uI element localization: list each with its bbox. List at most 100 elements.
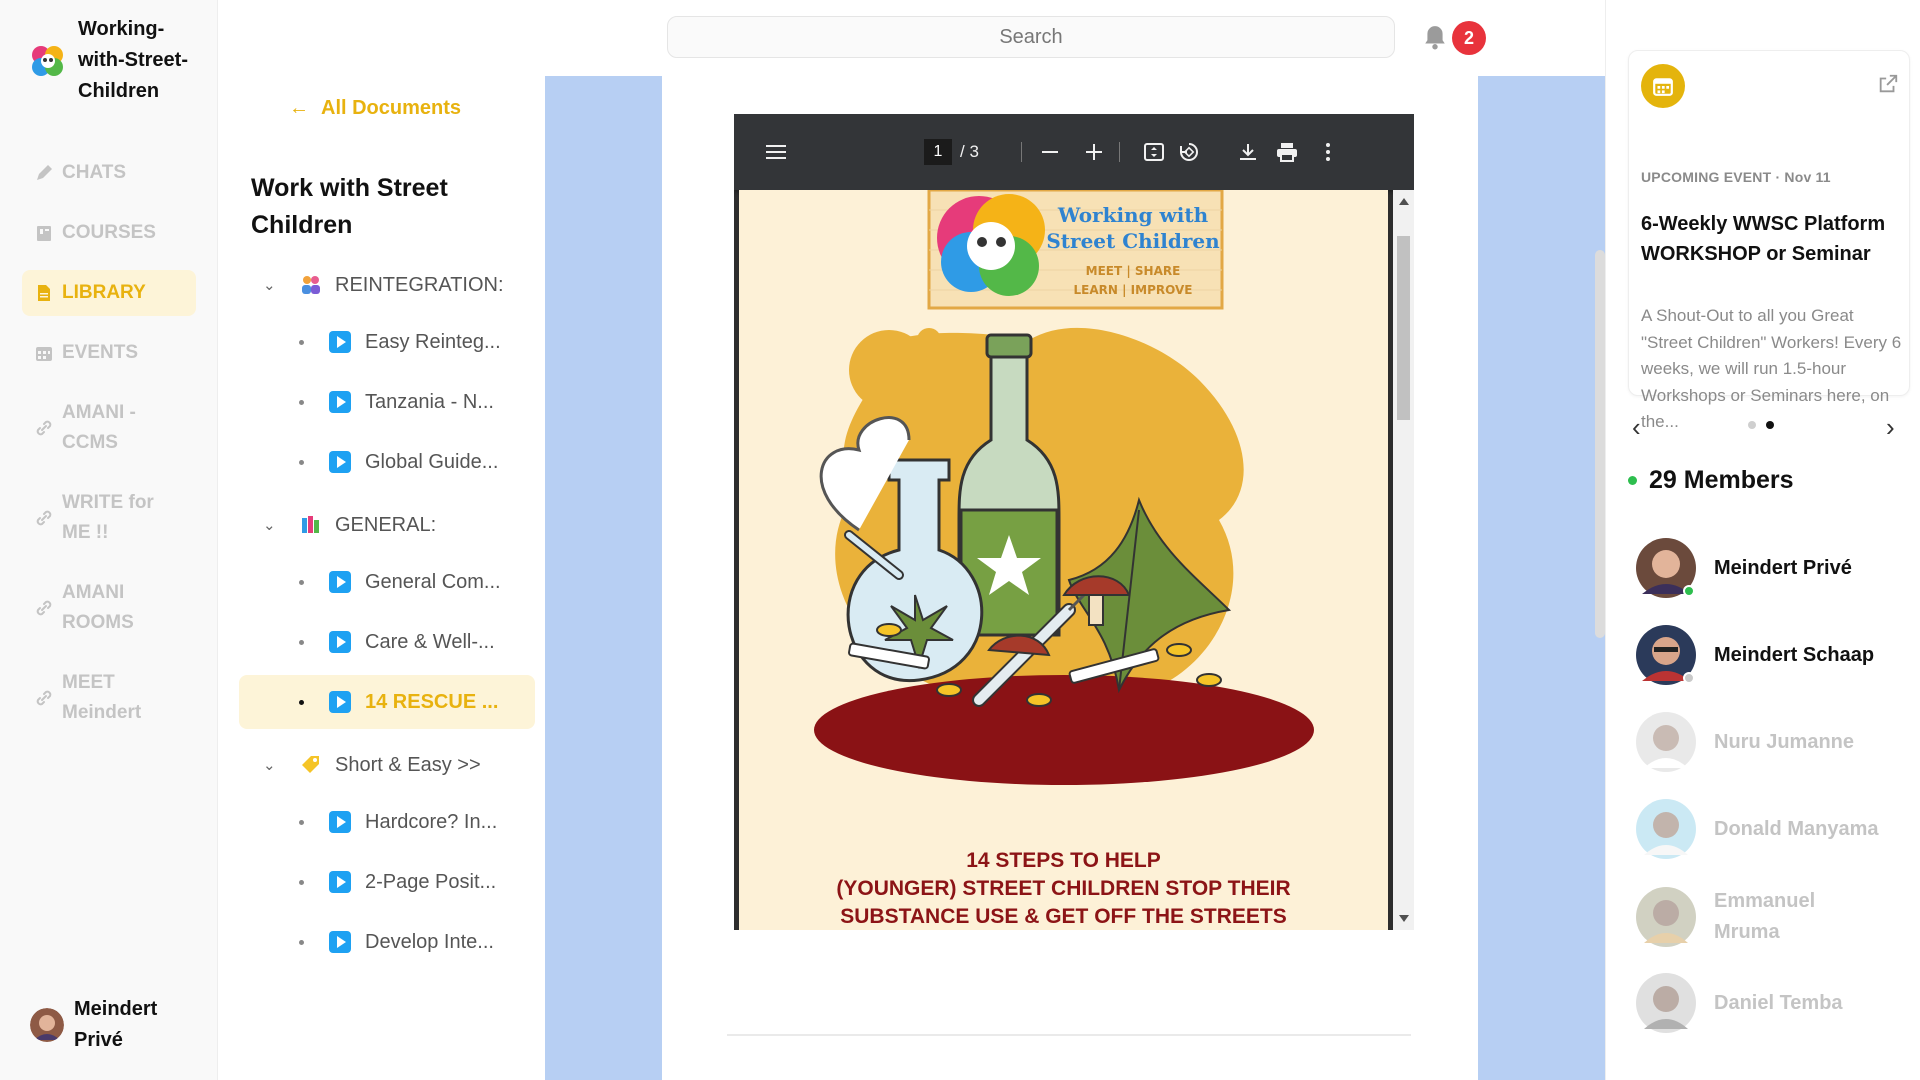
avatar [1636, 973, 1696, 1033]
book-icon [37, 226, 51, 241]
nav-item-label: CHATS [62, 162, 127, 183]
link-icon [36, 510, 52, 526]
search-input[interactable]: Search [667, 16, 1395, 58]
back-label: All Documents [321, 97, 462, 119]
page-number-input[interactable]: 1 [924, 139, 952, 165]
doc-item[interactable]: Hardcore? In... [239, 795, 535, 849]
play-icon [329, 571, 351, 593]
play-icon [329, 451, 351, 473]
doc-item[interactable]: Develop Inte... [239, 915, 535, 969]
poster-title: 14 STEPS TO HELP (YOUNGER) STREET CHILDR… [739, 847, 1388, 930]
doc-item[interactable]: Easy Reinteg... [239, 315, 535, 369]
rotate-icon[interactable] [1177, 140, 1201, 164]
poster-logo: Working with Street Children MEET | SHAR… [814, 190, 1314, 785]
logo-text-line3: MEET | SHARE [1086, 264, 1181, 278]
bell-icon[interactable] [1422, 24, 1448, 50]
play-icon [329, 691, 351, 713]
avatar [1636, 625, 1696, 685]
folder-reintegration[interactable]: ⌄ REINTEGRATION: [239, 255, 535, 315]
right-panel: UPCOMING EVENT · Nov 11 6-Weekly WWSC Pl… [1605, 0, 1920, 1080]
external-link-icon[interactable] [1877, 73, 1899, 95]
fit-page-icon[interactable] [1142, 140, 1166, 164]
member-item[interactable]: Nuru Jumanne [1636, 712, 1906, 772]
nav-item-label: MEET Meindert [62, 672, 142, 723]
all-documents-link[interactable]: ← All Documents [289, 97, 461, 120]
folder-short-easy[interactable]: ⌄ Short & Easy >> [239, 735, 535, 795]
folder-label: REINTEGRATION: [335, 273, 504, 296]
nav-item-amani-ccms[interactable]: AMANI - CCMS [22, 390, 196, 466]
nav-item-meet-meindert[interactable]: MEET Meindert [22, 660, 196, 736]
brand[interactable]: Working-with-Street-Children [30, 14, 198, 107]
member-item[interactable]: Meindert Schaap [1636, 625, 1906, 685]
doc-label: Global Guide... [365, 450, 499, 473]
chevron-right-icon[interactable]: › [1886, 412, 1895, 443]
zoom-out-icon[interactable] [1038, 140, 1062, 164]
status-online-dot [1683, 585, 1695, 597]
nav-list: CHATS COURSES LIBRARY EVENTS AMANI - CCM… [22, 150, 196, 750]
pdf-viewer[interactable]: 1 / 3 Working with Street Children MEET … [734, 114, 1414, 930]
scroll-thumb[interactable] [1397, 236, 1410, 420]
calendar-icon [36, 347, 52, 361]
doc-label: Easy Reinteg... [365, 330, 501, 353]
chevron-left-icon[interactable]: ‹ [1632, 412, 1641, 443]
nav-item-write-for-me[interactable]: WRITE for ME !! [22, 480, 196, 556]
pdf-toolbar: 1 / 3 [734, 114, 1414, 190]
member-item[interactable]: Donald Manyama [1636, 799, 1906, 859]
doc-item[interactable]: General Com... [239, 555, 535, 609]
toolbar-divider [1021, 142, 1022, 162]
bullet [299, 579, 304, 585]
play-icon [329, 391, 351, 413]
calendar-icon [1641, 64, 1685, 108]
current-user[interactable]: Meindert Privé [30, 994, 194, 1056]
pen-icon [37, 165, 52, 180]
nav-item-chats[interactable]: CHATS [22, 150, 196, 196]
page-scrollbar[interactable] [1595, 250, 1605, 638]
link-icon [36, 420, 52, 436]
chevron-down-icon: ⌄ [263, 277, 276, 294]
doc-item[interactable]: Global Guide... [239, 435, 535, 489]
doc-item[interactable]: Tanzania - N... [239, 375, 535, 429]
members-count: 29 Members [1649, 466, 1794, 494]
doc-item[interactable]: 2-Page Posit... [239, 855, 535, 909]
member-item[interactable]: Meindert Privé [1636, 538, 1906, 598]
carousel-dots [1748, 421, 1774, 429]
event-title[interactable]: 6-Weekly WWSC Platform WORKSHOP or Semin… [1641, 209, 1903, 269]
members-header: 29 Members [1628, 466, 1794, 495]
avatar [1636, 538, 1696, 598]
nav-item-label: AMANI - CCMS [62, 402, 136, 453]
pdf-scrollbar[interactable] [1393, 190, 1414, 930]
folder-label: Short & Easy >> [335, 753, 481, 776]
carousel-dot-active[interactable] [1766, 421, 1774, 429]
carousel-dot[interactable] [1748, 421, 1756, 429]
member-name: Meindert Privé [1714, 556, 1852, 579]
folder-general[interactable]: ⌄ GENERAL: [239, 495, 535, 555]
notification-badge[interactable]: 2 [1452, 21, 1486, 55]
doc-label: Hardcore? In... [365, 810, 498, 833]
download-icon[interactable] [1236, 140, 1260, 164]
brand-logo-icon [32, 45, 63, 76]
event-card[interactable]: UPCOMING EVENT · Nov 11 6-Weekly WWSC Pl… [1628, 50, 1910, 431]
nav-item-events[interactable]: EVENTS [22, 330, 196, 376]
avatar [1636, 712, 1696, 772]
pdf-page: Working with Street Children MEET | SHAR… [739, 190, 1388, 930]
bullet [299, 699, 304, 705]
scroll-up-arrow[interactable] [1399, 198, 1409, 205]
doc-item-active[interactable]: 14 RESCUE ... [239, 675, 535, 729]
more-vertical-icon[interactable] [1316, 140, 1340, 164]
tree-list: ⌄ REINTEGRATION: Easy Reinteg... Tanzani… [239, 255, 535, 975]
doc-item[interactable]: Care & Well-... [239, 615, 535, 669]
scroll-down-arrow[interactable] [1399, 915, 1409, 922]
print-icon[interactable] [1275, 140, 1299, 164]
nav-item-courses[interactable]: COURSES [22, 210, 196, 256]
member-item[interactable]: Emmanuel Mruma [1636, 886, 1906, 948]
menu-icon[interactable] [764, 140, 788, 164]
folder-label: GENERAL: [335, 513, 437, 536]
document-sheet: 1 / 3 Working with Street Children MEET … [662, 76, 1478, 1080]
nav-item-library[interactable]: LIBRARY [22, 270, 196, 316]
member-item[interactable]: Daniel Temba [1636, 973, 1906, 1033]
avatar [1636, 799, 1696, 859]
zoom-in-icon[interactable] [1082, 140, 1106, 164]
document-icon [38, 285, 50, 301]
nav-item-amani-rooms[interactable]: AMANI ROOMS [22, 570, 196, 646]
doc-label: 2-Page Posit... [365, 870, 497, 893]
